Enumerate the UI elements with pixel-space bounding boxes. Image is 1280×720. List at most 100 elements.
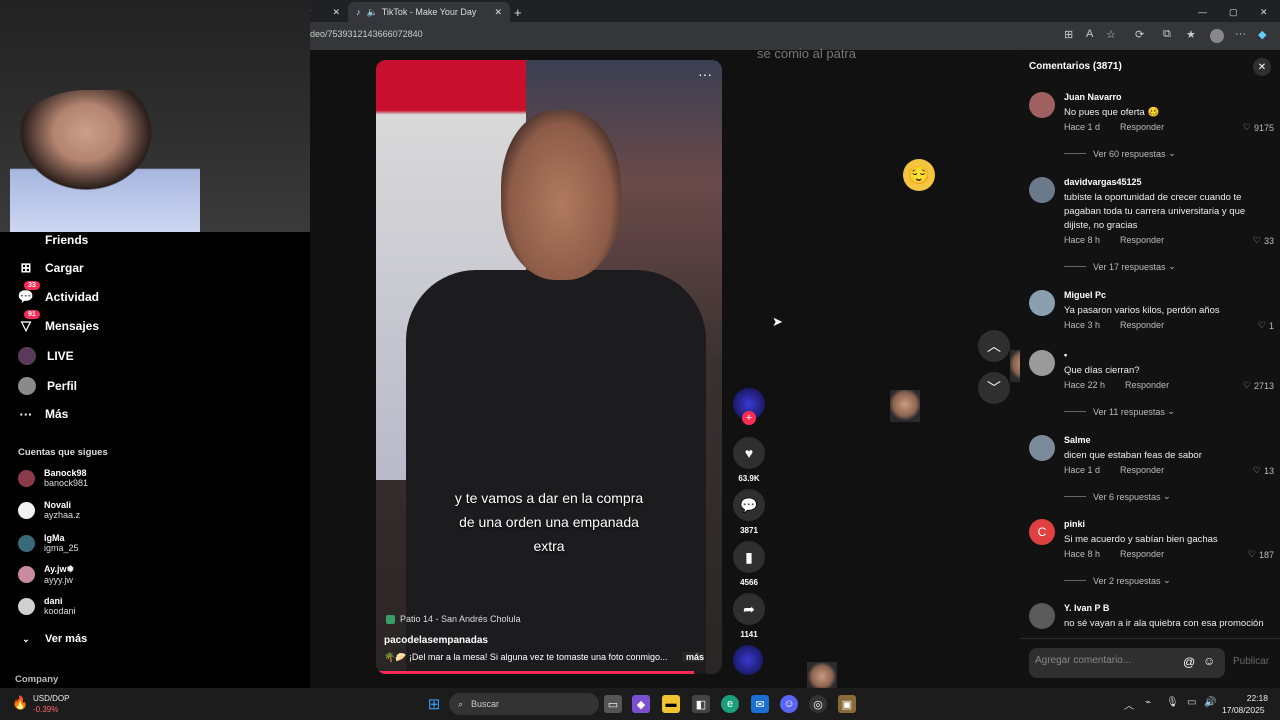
comment-like-button[interactable]: ♡ 2713 bbox=[1243, 380, 1274, 391]
comment-like-button[interactable]: ♡ 33 bbox=[1253, 235, 1274, 246]
comment-like-button[interactable]: ♡ 1 bbox=[1258, 320, 1274, 331]
view-replies-button[interactable]: Ver 11 respuestas ⌄ bbox=[1064, 406, 1175, 417]
view-replies-button[interactable]: Ver 60 respuestas ⌄ bbox=[1064, 148, 1176, 159]
avatar[interactable]: C bbox=[1029, 519, 1055, 545]
menu-icon[interactable]: ··· bbox=[1235, 28, 1246, 40]
favorites-icon[interactable]: ★ bbox=[1186, 28, 1196, 41]
sidebar-item-friends[interactable]: Friends bbox=[18, 232, 88, 248]
comment-username[interactable]: Juan Navarro bbox=[1064, 92, 1122, 102]
company-link[interactable]: Company bbox=[15, 674, 58, 685]
reply-button[interactable]: Responder bbox=[1120, 465, 1164, 476]
game-app-icon[interactable]: ▣ bbox=[838, 695, 856, 713]
following-account[interactable]: IgMa igma_25 bbox=[18, 533, 79, 553]
obs-icon[interactable]: ◎ bbox=[809, 695, 827, 713]
comment-username[interactable]: davidvargas45125 bbox=[1064, 177, 1142, 187]
comment-username[interactable]: Salme bbox=[1064, 435, 1091, 445]
taskbar-search[interactable]: ⌕ Buscar bbox=[449, 693, 599, 715]
discord-icon[interactable]: ☺ bbox=[780, 695, 798, 713]
tray-chevron-up-icon[interactable]: ︿ bbox=[1124, 697, 1134, 712]
music-disc[interactable] bbox=[733, 645, 765, 675]
video-menu-icon[interactable]: ··· bbox=[698, 66, 712, 82]
sidebar-item-messages[interactable]: ▽ 91 Mensajes bbox=[18, 310, 99, 334]
copilot-app-icon[interactable]: ◆ bbox=[632, 695, 650, 713]
following-account[interactable]: Banock98 banock981 bbox=[18, 468, 88, 488]
avatar[interactable] bbox=[1029, 290, 1055, 316]
extensions-icon[interactable]: ⧉ bbox=[1163, 28, 1171, 41]
reply-button[interactable]: Responder bbox=[1120, 320, 1164, 331]
comment-input-box[interactable]: @ ☺ bbox=[1029, 648, 1225, 678]
view-replies-button[interactable]: Ver 17 respuestas ⌄ bbox=[1064, 261, 1176, 272]
comment-like-button[interactable]: ♡ 187 bbox=[1248, 549, 1274, 560]
comment-input[interactable] bbox=[1035, 655, 1175, 666]
following-account[interactable]: dani koodani bbox=[18, 596, 76, 616]
comment-username[interactable]: Y. Ivan P B bbox=[1064, 603, 1109, 613]
next-video-button[interactable]: ﹀ bbox=[978, 372, 1010, 404]
comment-username[interactable]: • bbox=[1064, 350, 1067, 360]
url-field[interactable]: deo/7539312143666072840 bbox=[310, 29, 423, 39]
store-icon[interactable]: ◧ bbox=[692, 695, 710, 713]
sidebar-item-more[interactable]: ··· Más bbox=[18, 406, 69, 422]
sidebar-item-upload[interactable]: ⊞ Cargar bbox=[18, 260, 84, 276]
share-button[interactable]: ➦ 1141 bbox=[733, 593, 765, 639]
refresh-icon[interactable]: ⟳ bbox=[1135, 28, 1144, 41]
reply-button[interactable]: Responder bbox=[1120, 235, 1164, 246]
microphone-icon[interactable]: 🎙 bbox=[1166, 697, 1179, 708]
sidebar-item-profile[interactable]: Perfil bbox=[18, 377, 77, 395]
emoji-icon[interactable]: ☺ bbox=[1203, 654, 1215, 668]
like-button[interactable]: ♥ 63.9K bbox=[733, 437, 765, 483]
avatar[interactable] bbox=[1029, 435, 1055, 461]
avatar[interactable] bbox=[1029, 92, 1055, 118]
file-explorer-icon[interactable]: ▬ bbox=[662, 695, 680, 713]
volume-icon[interactable]: 🔊 bbox=[1204, 697, 1216, 708]
browser-tab[interactable]: y ✕ bbox=[306, 2, 340, 22]
view-replies-button[interactable]: Ver 2 respuestas ⌄ bbox=[1064, 575, 1171, 586]
see-more-button[interactable]: ⌄ Ver más bbox=[18, 631, 87, 647]
network-icon[interactable]: ⌁ bbox=[1145, 697, 1151, 708]
stocks-icon[interactable]: 🔥 bbox=[12, 695, 28, 711]
display-icon[interactable]: ▭ bbox=[1187, 697, 1196, 708]
maximize-button[interactable]: ▢ bbox=[1229, 2, 1238, 22]
tab-close-icon[interactable]: ✕ bbox=[333, 7, 341, 18]
video-location[interactable]: Patio 14 - San Andrés Cholula bbox=[386, 614, 521, 624]
apps-icon[interactable]: ⊞ bbox=[1064, 28, 1073, 41]
sidebar-item-activity[interactable]: 💬 33 Actividad bbox=[18, 281, 99, 305]
view-replies-button[interactable]: Ver 6 respuestas ⌄ bbox=[1064, 491, 1171, 502]
read-aloud-icon[interactable]: A bbox=[1086, 28, 1093, 40]
windows-start-icon[interactable]: ⊞ bbox=[425, 695, 443, 713]
favorite-star-icon[interactable]: ☆ bbox=[1106, 28, 1116, 41]
clock-date[interactable]: 17/08/2025 bbox=[1222, 705, 1265, 715]
comment-username[interactable]: pinki bbox=[1064, 519, 1085, 529]
avatar[interactable] bbox=[1029, 177, 1055, 203]
publish-button[interactable]: Publicar bbox=[1233, 656, 1269, 667]
reply-button[interactable]: Responder bbox=[1125, 380, 1169, 391]
more-link[interactable]: más bbox=[681, 652, 704, 662]
previous-video-button[interactable]: ︿ bbox=[978, 330, 1010, 362]
comment-username[interactable]: Miguel Pc bbox=[1064, 290, 1106, 300]
outlook-icon[interactable]: ✉ bbox=[751, 695, 769, 713]
comment-like-button[interactable]: ♡ 9175 bbox=[1243, 122, 1274, 133]
clock-time[interactable]: 22:18 bbox=[1246, 693, 1268, 703]
new-tab-button[interactable]: + bbox=[514, 2, 522, 22]
avatar[interactable] bbox=[1029, 350, 1055, 376]
video-author[interactable]: pacodelasempanadas bbox=[384, 635, 488, 646]
profile-avatar[interactable] bbox=[1210, 29, 1224, 43]
video-progress-bar[interactable] bbox=[376, 671, 695, 674]
creator-avatar-button[interactable]: + bbox=[733, 388, 765, 425]
save-button[interactable]: ▮ 4566 bbox=[733, 541, 765, 587]
comment-button[interactable]: 💬 3871 bbox=[733, 489, 765, 535]
following-account[interactable]: Ay.jw❅ ayyy.jw bbox=[18, 564, 74, 585]
mention-icon[interactable]: @ bbox=[1183, 655, 1195, 669]
reply-button[interactable]: Responder bbox=[1120, 122, 1164, 133]
browser-tab-active[interactable]: ♪ 🔈 TikTok - Make Your Day ✕ bbox=[348, 2, 510, 22]
edge-browser-icon[interactable]: e bbox=[721, 695, 739, 713]
tab-close-icon[interactable]: ✕ bbox=[494, 7, 502, 18]
comment-like-button[interactable]: ♡ 13 bbox=[1253, 465, 1274, 476]
reply-button[interactable]: Responder bbox=[1120, 549, 1164, 560]
avatar[interactable] bbox=[1029, 603, 1055, 629]
minimize-button[interactable]: — bbox=[1198, 2, 1207, 22]
sidebar-item-live[interactable]: LIVE bbox=[18, 347, 74, 365]
task-view-icon[interactable]: ▭ bbox=[604, 695, 622, 713]
ticker-name[interactable]: USD/DOP bbox=[33, 694, 69, 703]
following-account[interactable]: Novali ayzhaa.z bbox=[18, 500, 80, 520]
copilot-icon[interactable]: ◆ bbox=[1258, 28, 1266, 41]
